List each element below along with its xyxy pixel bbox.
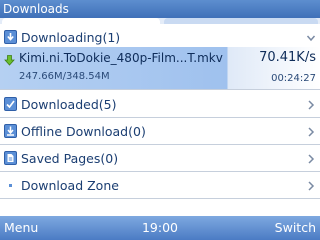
download-icon — [4, 30, 17, 44]
clock: 19:00 — [141, 220, 179, 235]
bullet-icon — [9, 184, 12, 187]
download-item[interactable]: Kimi.ni.ToDokie_480p-Film...T.mkv 247.66… — [0, 47, 320, 90]
softkey-bar: Menu 19:00 Switch — [0, 216, 320, 240]
chevron-down-icon — [306, 35, 316, 42]
download-speed: 70.41K/s — [259, 50, 316, 65]
chevron-right-icon — [308, 154, 315, 164]
window-title: Downloads — [0, 0, 320, 18]
offline-download-icon — [4, 124, 17, 138]
section-offline-download[interactable]: Offline Download(0) — [0, 118, 320, 145]
page-icon — [4, 151, 17, 165]
section-saved-pages[interactable]: Saved Pages(0) — [0, 145, 320, 172]
switch-softkey[interactable]: Switch — [275, 220, 316, 235]
arrow-down-icon — [4, 55, 15, 66]
section-downloaded-label: Downloaded(5) — [21, 97, 117, 112]
chevron-right-icon — [308, 181, 315, 191]
section-saved-pages-label: Saved Pages(0) — [21, 151, 119, 166]
section-downloaded[interactable]: Downloaded(5) — [0, 91, 320, 118]
section-download-zone[interactable]: Download Zone — [0, 172, 320, 199]
chevron-right-icon — [308, 100, 315, 110]
download-time-remaining: 00:24:27 — [271, 73, 316, 84]
section-offline-download-label: Offline Download(0) — [21, 124, 146, 139]
chevron-right-icon — [308, 127, 315, 137]
download-size: 247.66M/348.54M — [19, 71, 110, 82]
download-filename: Kimi.ni.ToDokie_480p-Film...T.mkv — [19, 51, 223, 65]
checkmark-icon — [4, 97, 17, 111]
section-download-zone-label: Download Zone — [21, 178, 119, 193]
